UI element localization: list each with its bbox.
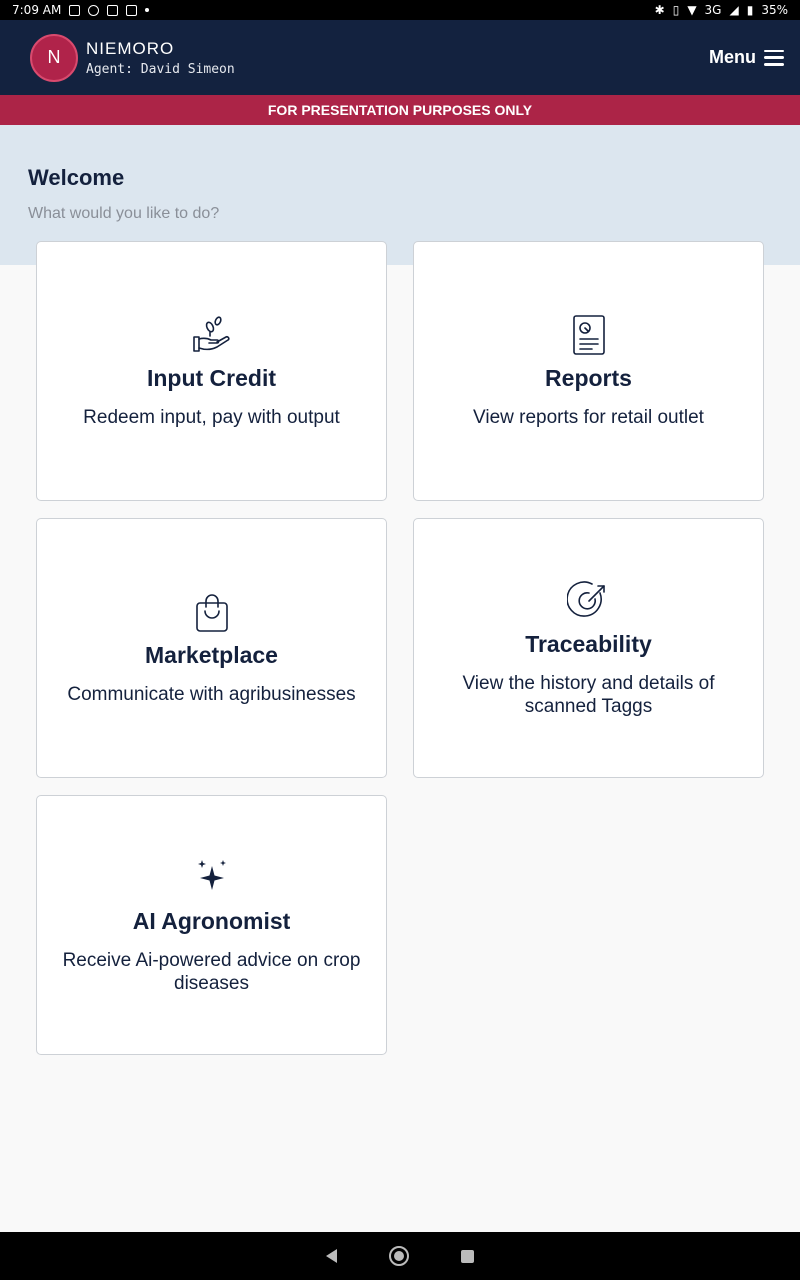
brand: N NIEMORO Agent: David Simeon <box>30 33 235 82</box>
image-icon <box>69 4 81 16</box>
calendar-icon <box>107 4 119 16</box>
network-type: 3G <box>704 3 722 17</box>
battery-icon: ▮ <box>746 3 754 17</box>
card-title: Reports <box>545 365 632 391</box>
report-document-icon <box>567 313 611 357</box>
presentation-banner: FOR PRESENTATION PURPOSES ONLY <box>0 95 800 125</box>
battery-level: 35% <box>761 3 788 17</box>
app-name: NIEMORO <box>86 38 175 58</box>
card-description: Receive Ai-powered advice on crop diseas… <box>62 949 361 994</box>
target-arrow-icon <box>565 579 611 623</box>
sparkles-icon <box>190 856 234 900</box>
card-title: Marketplace <box>145 642 278 668</box>
ai-agronomist-card[interactable]: AI Agronomist Receive Ai-powered advice … <box>36 795 387 1055</box>
welcome-title: Welcome <box>28 165 125 190</box>
traceability-card[interactable]: Traceability View the history and detail… <box>413 518 764 778</box>
card-description: Redeem input, pay with output <box>83 407 340 428</box>
signal-icon: ◢ <box>729 3 739 17</box>
seedling-hand-icon <box>190 313 234 357</box>
input-credit-card[interactable]: Input Credit Redeem input, pay with outp… <box>36 241 387 501</box>
card-title: AI Agronomist <box>132 907 291 934</box>
welcome-subtitle: What would you like to do? <box>28 205 220 222</box>
screen-icon <box>126 4 138 16</box>
status-bar: 7:09 AM ✱ ▯ ▼ 3G ◢ ▮ 35% <box>0 0 800 20</box>
vibrate-icon: ▯ <box>672 3 680 17</box>
sync-icon <box>88 4 100 16</box>
menu-button[interactable]: Menu <box>709 47 784 68</box>
card-title: Input Credit <box>146 365 277 391</box>
menu-label: Menu <box>709 47 756 67</box>
wifi-icon: ▼ <box>687 3 697 17</box>
reports-card[interactable]: Reports View reports for retail outlet <box>413 241 764 501</box>
recent-apps-icon[interactable] <box>461 1249 474 1263</box>
card-description: View reports for retail outlet <box>473 407 704 428</box>
card-title: Traceability <box>525 630 652 657</box>
marketplace-card[interactable]: Marketplace Communicate with agribusines… <box>36 518 387 778</box>
avatar: N <box>30 33 78 82</box>
back-icon[interactable] <box>326 1249 337 1263</box>
notification-dot-icon <box>145 8 150 12</box>
shopping-bag-icon <box>190 590 234 634</box>
home-icon[interactable] <box>389 1246 409 1266</box>
agent-name: Agent: David Simeon <box>86 61 235 77</box>
card-description: Communicate with agribusinesses <box>67 684 356 705</box>
app-header: N NIEMORO Agent: David Simeon Menu <box>0 20 800 95</box>
bluetooth-icon: ✱ <box>654 3 665 17</box>
card-description: View the history and details of scanned … <box>462 672 715 717</box>
system-nav-bar <box>0 1232 800 1280</box>
status-time: 7:09 AM <box>12 3 62 17</box>
hamburger-icon <box>764 49 784 66</box>
brand-text: NIEMORO Agent: David Simeon <box>86 39 235 77</box>
